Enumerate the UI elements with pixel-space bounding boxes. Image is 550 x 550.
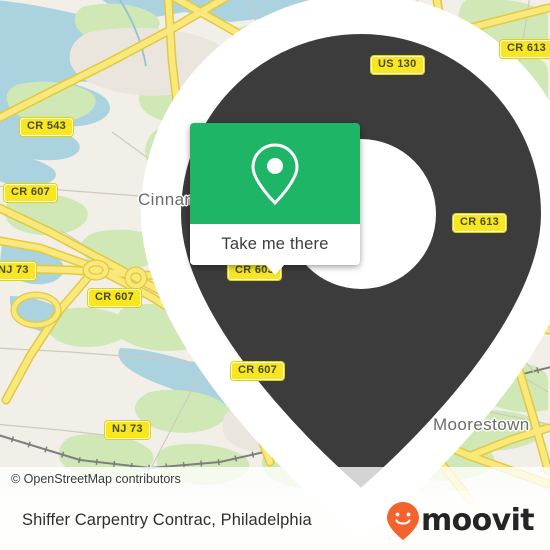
location-title: Shiffer Carpentry Contrac, Philadelphia — [22, 511, 312, 529]
moovit-wordmark: moovit — [420, 503, 535, 538]
map-pin-icon — [251, 142, 299, 205]
popup-tail — [265, 264, 285, 275]
attribution-text: © OpenStreetMap contributors — [11, 472, 181, 486]
road-shield-nj-73-left[interactable]: NJ 73 — [0, 261, 37, 281]
take-me-there-button[interactable]: Take me there — [190, 224, 360, 275]
road-shield-cr-607-bottom[interactable]: CR 607 — [229, 361, 286, 381]
moovit-logo[interactable]: moovit — [386, 501, 550, 541]
road-shield-nj-73-bottom[interactable]: NJ 73 — [104, 420, 151, 440]
road-shield-cr-543[interactable]: CR 543 — [18, 117, 75, 137]
popup-header — [190, 123, 360, 224]
take-me-there-label: Take me there — [221, 235, 329, 253]
map-marker-icon[interactable] — [86, 0, 550, 539]
moovit-pin-icon — [386, 501, 419, 540]
place-label-moorestown: Moorestown — [433, 415, 530, 434]
location-popup[interactable]: Take me there — [190, 123, 360, 275]
map-attribution: © OpenStreetMap contributors — [0, 467, 550, 491]
footer-bar: Shiffer Carpentry Contrac, Philadelphia … — [0, 491, 550, 550]
road-shield-cr-613-right[interactable]: CR 613 — [451, 213, 508, 233]
road-shield-cr-607-mid[interactable]: CR 607 — [86, 288, 143, 308]
road-shield-cr-613-top[interactable]: CR 613 — [498, 39, 550, 59]
map-screenshot: Cinnam Moorestown US 130 CR 613 CR 543 C… — [0, 0, 550, 550]
road-shield-us-130[interactable]: US 130 — [370, 55, 425, 75]
road-shield-cr-607-left[interactable]: CR 607 — [2, 183, 59, 203]
